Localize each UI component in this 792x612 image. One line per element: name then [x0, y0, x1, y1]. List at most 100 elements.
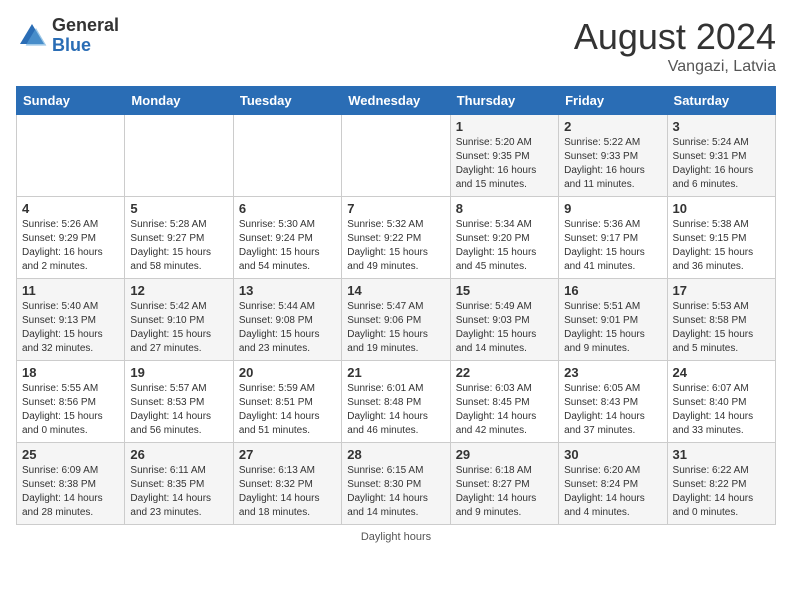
day-number: 2: [564, 119, 661, 134]
calendar-cell: [17, 115, 125, 197]
weekday-header: Sunday: [17, 87, 125, 115]
day-info: Sunrise: 5:34 AM Sunset: 9:20 PM Dayligh…: [456, 218, 553, 274]
day-number: 17: [673, 283, 770, 298]
calendar-cell: 19 Sunrise: 5:57 AM Sunset: 8:53 PM Dayl…: [125, 361, 233, 443]
calendar-cell: [342, 115, 450, 197]
day-number: 1: [456, 119, 553, 134]
calendar-cell: 10 Sunrise: 5:38 AM Sunset: 9:15 PM Dayl…: [667, 197, 775, 279]
day-number: 22: [456, 365, 553, 380]
calendar-table: SundayMondayTuesdayWednesdayThursdayFrid…: [16, 86, 776, 525]
day-number: 27: [239, 447, 336, 462]
day-info: Sunrise: 6:11 AM Sunset: 8:35 PM Dayligh…: [130, 464, 227, 520]
page-header: General Blue August 2024 Vangazi, Latvia: [16, 16, 776, 76]
day-info: Sunrise: 6:09 AM Sunset: 8:38 PM Dayligh…: [22, 464, 119, 520]
day-number: 30: [564, 447, 661, 462]
day-info: Sunrise: 5:53 AM Sunset: 8:58 PM Dayligh…: [673, 300, 770, 356]
calendar-cell: 6 Sunrise: 5:30 AM Sunset: 9:24 PM Dayli…: [233, 197, 341, 279]
day-info: Sunrise: 6:18 AM Sunset: 8:27 PM Dayligh…: [456, 464, 553, 520]
day-number: 12: [130, 283, 227, 298]
calendar-cell: 20 Sunrise: 5:59 AM Sunset: 8:51 PM Dayl…: [233, 361, 341, 443]
title-block: August 2024 Vangazi, Latvia: [574, 16, 776, 76]
day-info: Sunrise: 5:26 AM Sunset: 9:29 PM Dayligh…: [22, 218, 119, 274]
calendar-cell: 24 Sunrise: 6:07 AM Sunset: 8:40 PM Dayl…: [667, 361, 775, 443]
day-info: Sunrise: 5:51 AM Sunset: 9:01 PM Dayligh…: [564, 300, 661, 356]
day-info: Sunrise: 5:42 AM Sunset: 9:10 PM Dayligh…: [130, 300, 227, 356]
day-number: 28: [347, 447, 444, 462]
logo-icon: [16, 20, 48, 52]
calendar-cell: 13 Sunrise: 5:44 AM Sunset: 9:08 PM Dayl…: [233, 279, 341, 361]
calendar-cell: 7 Sunrise: 5:32 AM Sunset: 9:22 PM Dayli…: [342, 197, 450, 279]
calendar-cell: 11 Sunrise: 5:40 AM Sunset: 9:13 PM Dayl…: [17, 279, 125, 361]
calendar-cell: 26 Sunrise: 6:11 AM Sunset: 8:35 PM Dayl…: [125, 443, 233, 525]
month-year: August 2024: [574, 16, 776, 58]
day-info: Sunrise: 6:03 AM Sunset: 8:45 PM Dayligh…: [456, 382, 553, 438]
day-number: 7: [347, 201, 444, 216]
day-info: Sunrise: 5:47 AM Sunset: 9:06 PM Dayligh…: [347, 300, 444, 356]
day-number: 24: [673, 365, 770, 380]
calendar-cell: 15 Sunrise: 5:49 AM Sunset: 9:03 PM Dayl…: [450, 279, 558, 361]
calendar-cell: 22 Sunrise: 6:03 AM Sunset: 8:45 PM Dayl…: [450, 361, 558, 443]
day-info: Sunrise: 5:57 AM Sunset: 8:53 PM Dayligh…: [130, 382, 227, 438]
day-info: Sunrise: 5:38 AM Sunset: 9:15 PM Dayligh…: [673, 218, 770, 274]
day-number: 3: [673, 119, 770, 134]
calendar-cell: 30 Sunrise: 6:20 AM Sunset: 8:24 PM Dayl…: [559, 443, 667, 525]
day-number: 13: [239, 283, 336, 298]
day-info: Sunrise: 6:22 AM Sunset: 8:22 PM Dayligh…: [673, 464, 770, 520]
day-number: 6: [239, 201, 336, 216]
day-info: Sunrise: 6:01 AM Sunset: 8:48 PM Dayligh…: [347, 382, 444, 438]
day-number: 31: [673, 447, 770, 462]
day-info: Sunrise: 5:24 AM Sunset: 9:31 PM Dayligh…: [673, 136, 770, 192]
day-number: 25: [22, 447, 119, 462]
calendar-cell: 4 Sunrise: 5:26 AM Sunset: 9:29 PM Dayli…: [17, 197, 125, 279]
day-info: Sunrise: 6:13 AM Sunset: 8:32 PM Dayligh…: [239, 464, 336, 520]
calendar-cell: [233, 115, 341, 197]
logo: General Blue: [16, 16, 119, 56]
day-info: Sunrise: 5:32 AM Sunset: 9:22 PM Dayligh…: [347, 218, 444, 274]
weekday-header: Monday: [125, 87, 233, 115]
day-number: 5: [130, 201, 227, 216]
calendar-cell: 23 Sunrise: 6:05 AM Sunset: 8:43 PM Dayl…: [559, 361, 667, 443]
calendar-week-row: 1 Sunrise: 5:20 AM Sunset: 9:35 PM Dayli…: [17, 115, 776, 197]
logo-general: General: [52, 16, 119, 36]
calendar-cell: 21 Sunrise: 6:01 AM Sunset: 8:48 PM Dayl…: [342, 361, 450, 443]
calendar-cell: 31 Sunrise: 6:22 AM Sunset: 8:22 PM Dayl…: [667, 443, 775, 525]
calendar-cell: [125, 115, 233, 197]
calendar-week-row: 4 Sunrise: 5:26 AM Sunset: 9:29 PM Dayli…: [17, 197, 776, 279]
day-number: 11: [22, 283, 119, 298]
calendar-cell: 3 Sunrise: 5:24 AM Sunset: 9:31 PM Dayli…: [667, 115, 775, 197]
weekday-header: Tuesday: [233, 87, 341, 115]
day-number: 10: [673, 201, 770, 216]
day-number: 19: [130, 365, 227, 380]
day-info: Sunrise: 5:22 AM Sunset: 9:33 PM Dayligh…: [564, 136, 661, 192]
calendar-week-row: 25 Sunrise: 6:09 AM Sunset: 8:38 PM Dayl…: [17, 443, 776, 525]
day-info: Sunrise: 6:07 AM Sunset: 8:40 PM Dayligh…: [673, 382, 770, 438]
calendar-cell: 17 Sunrise: 5:53 AM Sunset: 8:58 PM Dayl…: [667, 279, 775, 361]
day-info: Sunrise: 5:40 AM Sunset: 9:13 PM Dayligh…: [22, 300, 119, 356]
day-info: Sunrise: 6:05 AM Sunset: 8:43 PM Dayligh…: [564, 382, 661, 438]
day-number: 15: [456, 283, 553, 298]
calendar-cell: 28 Sunrise: 6:15 AM Sunset: 8:30 PM Dayl…: [342, 443, 450, 525]
calendar-cell: 1 Sunrise: 5:20 AM Sunset: 9:35 PM Dayli…: [450, 115, 558, 197]
weekday-header: Saturday: [667, 87, 775, 115]
calendar-cell: 2 Sunrise: 5:22 AM Sunset: 9:33 PM Dayli…: [559, 115, 667, 197]
calendar-week-row: 18 Sunrise: 5:55 AM Sunset: 8:56 PM Dayl…: [17, 361, 776, 443]
day-info: Sunrise: 6:15 AM Sunset: 8:30 PM Dayligh…: [347, 464, 444, 520]
calendar-cell: 16 Sunrise: 5:51 AM Sunset: 9:01 PM Dayl…: [559, 279, 667, 361]
calendar-cell: 12 Sunrise: 5:42 AM Sunset: 9:10 PM Dayl…: [125, 279, 233, 361]
day-number: 4: [22, 201, 119, 216]
weekday-header: Wednesday: [342, 87, 450, 115]
day-number: 16: [564, 283, 661, 298]
calendar-cell: 25 Sunrise: 6:09 AM Sunset: 8:38 PM Dayl…: [17, 443, 125, 525]
calendar-cell: 8 Sunrise: 5:34 AM Sunset: 9:20 PM Dayli…: [450, 197, 558, 279]
day-info: Sunrise: 6:20 AM Sunset: 8:24 PM Dayligh…: [564, 464, 661, 520]
day-info: Sunrise: 5:30 AM Sunset: 9:24 PM Dayligh…: [239, 218, 336, 274]
calendar-cell: 27 Sunrise: 6:13 AM Sunset: 8:32 PM Dayl…: [233, 443, 341, 525]
day-number: 21: [347, 365, 444, 380]
calendar-cell: 5 Sunrise: 5:28 AM Sunset: 9:27 PM Dayli…: [125, 197, 233, 279]
day-info: Sunrise: 5:36 AM Sunset: 9:17 PM Dayligh…: [564, 218, 661, 274]
weekday-header-row: SundayMondayTuesdayWednesdayThursdayFrid…: [17, 87, 776, 115]
day-info: Sunrise: 5:44 AM Sunset: 9:08 PM Dayligh…: [239, 300, 336, 356]
logo-text: General Blue: [52, 16, 119, 56]
day-info: Sunrise: 5:20 AM Sunset: 9:35 PM Dayligh…: [456, 136, 553, 192]
day-number: 26: [130, 447, 227, 462]
